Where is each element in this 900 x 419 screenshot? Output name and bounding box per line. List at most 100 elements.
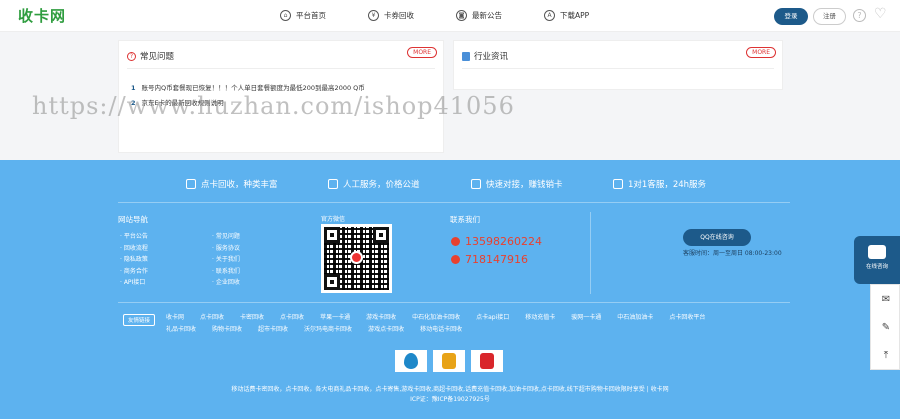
friend-link[interactable]: 点卡回收: [200, 313, 224, 322]
question-icon: ?: [127, 51, 136, 61]
friend-link[interactable]: 移动电话卡回收: [420, 325, 462, 334]
friend-link[interactable]: 点卡回收: [280, 313, 304, 322]
favorite-icon[interactable]: ♡: [874, 7, 887, 21]
footer-link[interactable]: · 常见问题: [212, 231, 240, 243]
trust-badge[interactable]: [471, 350, 503, 372]
site-nav-title: 网站导航: [118, 215, 148, 224]
nav-card-recycle-label: 卡券回收: [384, 11, 414, 20]
top-header: 收卡网 ⌂ 平台首页 ¥ 卡券回收 ◙ 最新公告 A 下载APP 登录 注册 ?…: [0, 0, 900, 32]
phone-number: 13598260224: [465, 235, 542, 248]
footer-link[interactable]: · 关于我们: [212, 254, 240, 266]
yen-icon: ¥: [368, 10, 379, 21]
friend-link[interactable]: 超市卡回收: [258, 325, 288, 334]
wechat-icon[interactable]: ✉: [871, 285, 900, 313]
verified-icon: [480, 353, 494, 369]
feature-item: 人工服务，价格公道: [328, 178, 420, 190]
feature-item: 1对1客服，24h服务: [613, 178, 706, 190]
news-more-button[interactable]: MORE: [746, 47, 776, 58]
footer-link[interactable]: · 回收流程: [120, 243, 148, 255]
location-icon: [471, 179, 481, 189]
login-button[interactable]: 登录: [774, 8, 808, 25]
qq-line: 718147916: [451, 253, 528, 266]
friend-link[interactable]: 游戏点卡回收: [368, 325, 404, 334]
qr-corner: [324, 227, 340, 243]
wechat-qr-code: [321, 224, 392, 293]
site-footer: 点卡回收，种类丰富 人工服务，价格公道 快速对接，赚钱销卡 1对1客服，24h服…: [0, 160, 900, 419]
trust-badge[interactable]: [433, 350, 465, 372]
faq-title: ? 常见问题: [127, 50, 174, 62]
friend-link[interactable]: 苹果一卡通: [320, 313, 350, 322]
main-nav: ⌂ 平台首页 ¥ 卡券回收 ◙ 最新公告 A 下载APP: [280, 10, 632, 21]
nav-home[interactable]: ⌂ 平台首页: [280, 10, 368, 21]
home-icon: ⌂: [280, 10, 291, 21]
help-icon[interactable]: ?: [853, 9, 866, 22]
footer-link[interactable]: · 平台公告: [120, 231, 148, 243]
footer-keywords: 移动话费卡密回收，点卡回收，各大电商礼品卡回收，点卡寄售,游戏卡回收,商超卡回收…: [231, 386, 669, 393]
friend-link[interactable]: 礼品卡回收: [166, 325, 196, 334]
friend-link[interactable]: 中石化加油卡回收: [412, 313, 460, 322]
friend-link[interactable]: 中石油加油卡: [617, 313, 653, 322]
divider: [127, 68, 435, 69]
online-consult-label: 在线咨询: [865, 264, 888, 270]
nav-announcements-label: 最新公告: [472, 11, 502, 20]
friend-link[interactable]: 移动充值卡: [525, 313, 555, 322]
service-icon: [328, 179, 338, 189]
feature-text: 1对1客服，24h服务: [628, 180, 707, 190]
footer-link[interactable]: · 服务协议: [212, 243, 240, 255]
friend-link[interactable]: 骏网一卡通: [571, 313, 601, 322]
icp-record[interactable]: ICP证：豫ICP备19027925号: [0, 394, 900, 403]
wechat-title: 官方微信: [321, 216, 346, 223]
footer-link[interactable]: · API接口: [120, 277, 148, 289]
divider: [590, 212, 591, 294]
friend-link[interactable]: 点卡回收平台: [669, 313, 705, 322]
card-icon: [186, 179, 196, 189]
divider: [118, 302, 790, 303]
nav-download-app[interactable]: A 下载APP: [544, 10, 632, 21]
nav-card-recycle[interactable]: ¥ 卡券回收: [368, 10, 456, 21]
feature-text: 点卡回收，种类丰富: [201, 180, 278, 190]
divider: [462, 68, 774, 69]
faq-more-button[interactable]: MORE: [407, 47, 437, 58]
friend-links: 收卡网 点卡回收 卡密回收 点卡回收 苹果一卡通 游戏卡回收 中石化加油卡回收 …: [166, 313, 746, 334]
trust-badge[interactable]: [395, 350, 427, 372]
site-nav-col1: · 平台公告 · 回收流程 · 隐私政策 · 商务合作 · API接口: [120, 231, 148, 289]
nav-download-app-label: 下载APP: [560, 11, 590, 20]
chat-icon: [868, 245, 886, 259]
friend-link[interactable]: 购物卡回收: [212, 325, 242, 334]
app-icon: A: [544, 10, 555, 21]
news-panel: 行业资讯 MORE: [453, 40, 783, 90]
feature-item: 快速对接，赚钱销卡: [471, 178, 563, 190]
qr-corner: [324, 274, 340, 290]
shield-icon: [442, 353, 456, 369]
phone-icon: [451, 237, 460, 246]
site-logo[interactable]: 收卡网: [18, 5, 66, 26]
friend-link[interactable]: 沃尔玛电商卡回收: [304, 325, 352, 334]
phone-icon: [613, 179, 623, 189]
watermark-text: https://www.huzhan.com/ishop41056: [32, 92, 515, 120]
footer-link[interactable]: · 企业回收: [212, 277, 240, 289]
online-consult-button[interactable]: 在线咨询: [854, 236, 900, 284]
friend-link[interactable]: 点卡api接口: [476, 313, 509, 322]
back-to-top-icon[interactable]: ⤒: [871, 341, 900, 369]
footer-link[interactable]: · 联系我们: [212, 266, 240, 278]
qq-consult-button[interactable]: QQ在线咨询: [683, 229, 751, 246]
news-icon: [462, 51, 470, 61]
register-button[interactable]: 注册: [813, 8, 846, 25]
qr-logo: [350, 251, 363, 264]
service-time: 客服时间：周一至周日 08:00-23:00: [683, 250, 782, 257]
nav-home-label: 平台首页: [296, 11, 326, 20]
friend-link[interactable]: 游戏卡回收: [366, 313, 396, 322]
announcement-icon: ◙: [456, 10, 467, 21]
news-title-text: 行业资讯: [474, 52, 509, 62]
qr-corner: [373, 227, 389, 243]
footer-link[interactable]: · 商务合作: [120, 266, 148, 278]
site-nav-col2: · 常见问题 · 服务协议 · 关于我们 · 联系我们 · 企业回收: [212, 231, 240, 289]
edit-icon[interactable]: ✎: [871, 313, 900, 341]
friend-link[interactable]: 卡密回收: [240, 313, 264, 322]
friend-links-tag: 友情链接: [123, 314, 156, 326]
footer-link[interactable]: · 隐私政策: [120, 254, 148, 266]
nav-announcements[interactable]: ◙ 最新公告: [456, 10, 544, 21]
friend-link[interactable]: 收卡网: [166, 313, 184, 322]
feature-text: 快速对接，赚钱销卡: [486, 180, 563, 190]
qq-number: 718147916: [465, 253, 528, 266]
